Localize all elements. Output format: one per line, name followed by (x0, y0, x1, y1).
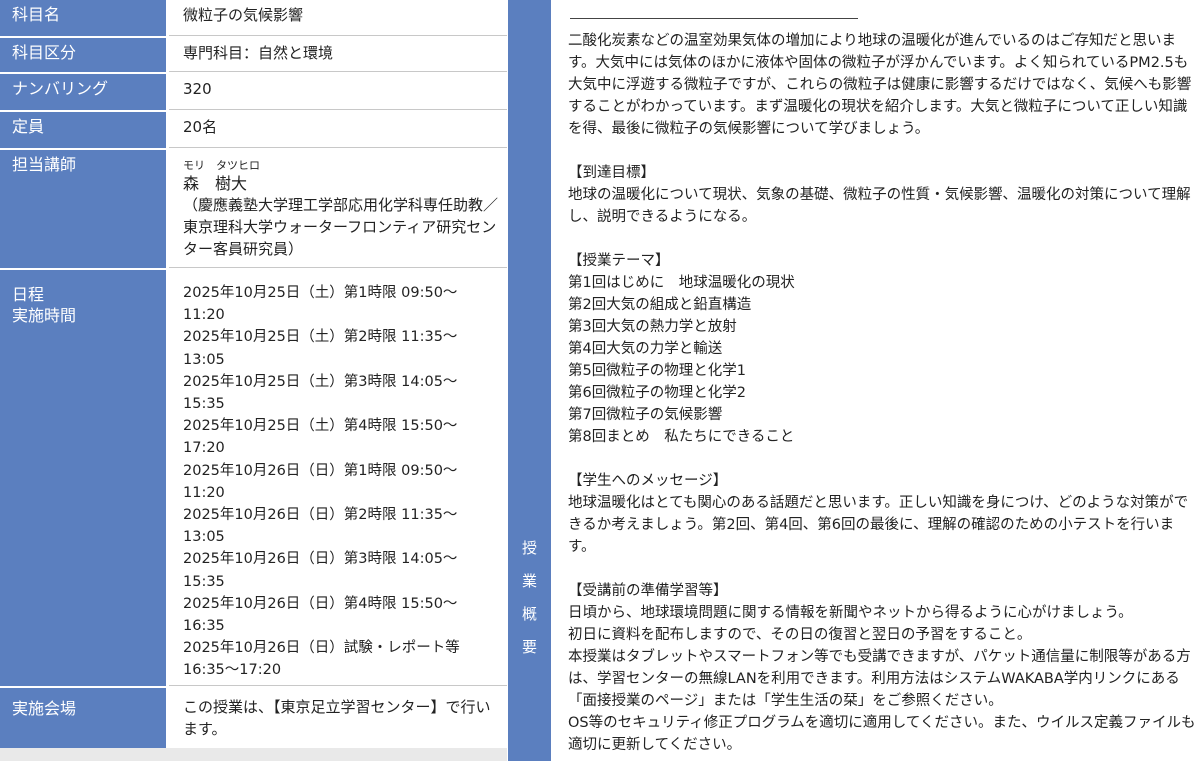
capacity-value: 20名 (169, 112, 507, 148)
overview-char: 要 (521, 638, 537, 656)
message-heading: 【学生へのメッセージ】 (568, 473, 728, 489)
overview-char: 授 (521, 539, 537, 557)
theme-item: 第2回大気の組成と鉛直構造 (568, 297, 752, 313)
venue-value: この授業は、【東京足立学習センター】で行います。 (169, 688, 507, 748)
schedule-entry: 2025年10月26日（日）第2時限 11:35～13:05 (183, 507, 458, 546)
schedule-row: 日程 実施時間 2025年10月25日（土）第1時限 09:50～11:20 2… (0, 270, 507, 686)
venue-label: 実施会場 (0, 688, 166, 748)
instructor-name: 森 樹大 (183, 174, 248, 193)
prep-line: 本授業はタブレットやスマートフォン等でも受講できますが、パケット通信量に制限等が… (568, 649, 1191, 709)
instructor-value: モリ タツヒロ 森 樹大 （慶應義塾大学理工学部応用化学科専任助教／東京理科大学… (169, 150, 507, 268)
prep-heading: 【受講前の準備学習等】 (568, 583, 728, 599)
overview-section-header: 授 業 概 要 (508, 0, 551, 761)
capacity-row: 定員 20名 (0, 112, 507, 148)
course-info-table: 科目名 微粒子の気候影響 科目区分 専門科目：自然と環境 ナンバリング 320 … (0, 0, 507, 761)
instructor-affiliation: （慶應義塾大学理工学部応用化学科専任助教／東京理科大学ウォーターフロンティア研究… (183, 196, 499, 258)
overview-char: 業 (521, 572, 537, 590)
schedule-entry: 2025年10月26日（日）第3時限 14:05～15:35 (183, 551, 458, 590)
message-text: 地球温暖化はとても関心のある話題だと思います。正しい知識を身につけ、どのような対… (568, 495, 1189, 555)
schedule-value: 2025年10月25日（土）第1時限 09:50～11:20 2025年10月2… (169, 270, 507, 686)
overview-divider (570, 18, 858, 19)
schedule-entry: 2025年10月26日（日）第4時限 15:50～16:35 (183, 595, 458, 635)
overview-body: 二酸化炭素などの温室効果気体の増加により地球の温暖化が進んでいるのはご存知だと思… (568, 30, 1196, 756)
numbering-value: 320 (169, 74, 507, 110)
theme-item: 第5回微粒子の物理と化学1 (568, 363, 746, 379)
schedule-entry: 2025年10月25日（土）第1時限 09:50～11:20 (183, 285, 458, 324)
schedule-entry: 2025年10月26日（日）試験・レポート等 16:35～17:20 (183, 640, 460, 679)
goals-heading: 【到達目標】 (568, 165, 655, 181)
overview-char: 概 (521, 605, 537, 623)
capacity-label: 定員 (0, 112, 166, 148)
schedule-entry: 2025年10月25日（土）第3時限 14:05～15:35 (183, 373, 458, 413)
bottom-strip (0, 748, 507, 761)
schedule-entry: 2025年10月26日（日）第1時限 09:50～11:20 (183, 462, 458, 501)
overview-intro: 二酸化炭素などの温室効果気体の増加により地球の温暖化が進んでいるのはご存知だと思… (568, 33, 1192, 137)
instructor-furigana: モリ タツヒロ (183, 159, 260, 172)
venue-row: 実施会場 この授業は、【東京足立学習センター】で行います。 (0, 688, 507, 748)
course-category-label: 科目区分 (0, 38, 166, 72)
instructor-label: 担当講師 (0, 150, 166, 268)
course-overview-panel: 二酸化炭素などの温室効果気体の増加により地球の温暖化が進んでいるのはご存知だと思… (556, 0, 1200, 761)
themes-heading: 【授業テーマ】 (568, 253, 670, 269)
goals-text: 地球の温暖化について現状、気象の基礎、微粒子の性質・気候影響、温暖化の対策につい… (568, 187, 1191, 225)
course-category-row: 科目区分 専門科目：自然と環境 (0, 38, 507, 72)
prep-line: 初日に資料を配布しますので、その日の復習と翌日の予習をすること。 (568, 627, 1032, 643)
course-name-row: 科目名 微粒子の気候影響 (0, 0, 507, 36)
theme-item: 第3回大気の熱力学と放射 (568, 319, 737, 335)
schedule-label-time: 実施時間 (12, 306, 77, 325)
numbering-row: ナンバリング 320 (0, 74, 507, 110)
course-category-value: 専門科目：自然と環境 (169, 38, 507, 72)
schedule-label: 日程 実施時間 (0, 270, 166, 686)
theme-item: 第8回まとめ 私たちにできること (568, 429, 795, 445)
course-name-value: 微粒子の気候影響 (169, 0, 507, 36)
instructor-row: 担当講師 モリ タツヒロ 森 樹大 （慶應義塾大学理工学部応用化学科専任助教／東… (0, 150, 507, 268)
schedule-entry: 2025年10月25日（土）第4時限 15:50～17:20 (183, 418, 458, 457)
overview-vertical-label: 授 業 概 要 (508, 535, 551, 667)
theme-item: 第7回微粒子の気候影響 (568, 407, 723, 423)
theme-item: 第6回微粒子の物理と化学2 (568, 385, 746, 401)
course-name-label: 科目名 (0, 0, 166, 36)
theme-item: 第4回大気の力学と輸送 (568, 341, 723, 357)
theme-item: 第1回はじめに 地球温暖化の現状 (568, 275, 795, 291)
schedule-label-date: 日程 (12, 285, 45, 304)
schedule-entry: 2025年10月25日（土）第2時限 11:35～13:05 (183, 329, 458, 368)
venue-text: この授業は、【東京足立学習センター】で行います。 (183, 698, 491, 739)
numbering-label: ナンバリング (0, 74, 166, 110)
prep-line: 日頃から、地球環境問題に関する情報を新聞やネットから得るように心がけましょう。 (568, 605, 1133, 621)
prep-line: OS等のセキュリティ修正プログラムを適切に適用してください。また、ウイルス定義フ… (568, 715, 1196, 753)
